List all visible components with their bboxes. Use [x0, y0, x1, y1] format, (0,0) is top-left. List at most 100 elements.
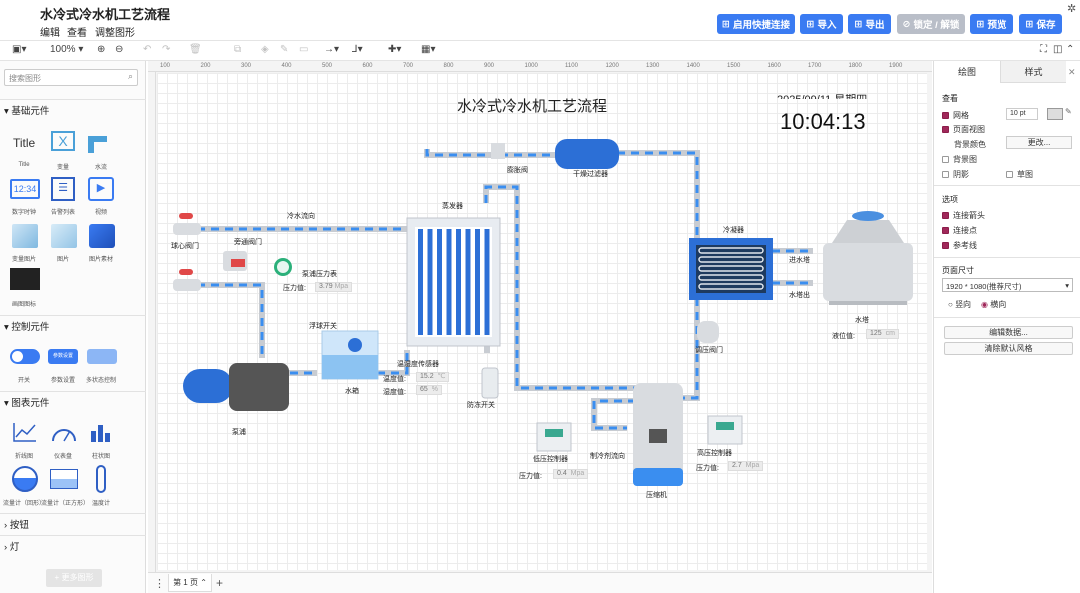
connector-style-icon[interactable]: →▾: [324, 44, 339, 55]
pump: [183, 363, 289, 411]
section-chart[interactable]: ▾ 图表元件: [0, 391, 146, 409]
gauge-shape[interactable]: [50, 421, 78, 445]
change-bg-button[interactable]: 更改...: [1006, 136, 1072, 149]
section-button[interactable]: › 按钮: [0, 513, 146, 531]
search-input[interactable]: 搜索图形 ⌕: [4, 69, 138, 86]
sketch-checkbox[interactable]: 草图: [1006, 169, 1033, 180]
format-panel-icon[interactable]: ◫: [1053, 44, 1062, 55]
label-high-pressure: 压力值:: [696, 465, 719, 472]
ruler-tick: 1000: [524, 63, 538, 69]
format-panel: 绘图 样式 ✕ 查看 网格 10 pt ✎ 页面视图 背景颜色 更改... 背景…: [933, 61, 1080, 593]
line-color-icon[interactable]: ✎: [280, 44, 288, 55]
conn-point-checkbox[interactable]: 连接点: [942, 225, 977, 236]
duplicate-icon[interactable]: ⧉: [234, 44, 241, 55]
section-control[interactable]: ▾ 控制元件: [0, 315, 146, 333]
param-setting-shape[interactable]: 参数设置: [48, 349, 78, 364]
alarm-list-shape[interactable]: ☰: [51, 177, 75, 201]
bar-chart-shape[interactable]: [88, 421, 116, 445]
variable-shape[interactable]: X: [51, 131, 75, 151]
page-tab[interactable]: 第 1 页 ⌃: [168, 574, 212, 592]
section-basic[interactable]: ▾ 基础元件: [0, 99, 146, 117]
bg-image-checkbox[interactable]: 背景图: [942, 154, 977, 165]
label-filter: 干燥过滤器: [573, 171, 608, 178]
settings-icon[interactable]: ✲: [1067, 2, 1076, 15]
grid-checkbox[interactable]: 网格: [942, 110, 969, 121]
drawing-icon-shape[interactable]: [10, 268, 40, 290]
shadow-icon[interactable]: ▭: [299, 44, 308, 55]
collapse-icon[interactable]: ⌃: [1066, 44, 1074, 55]
menu-adjust[interactable]: 调整图形: [95, 24, 135, 39]
import-button[interactable]: ⊞ 导入: [800, 14, 843, 34]
tab-diagram[interactable]: 绘图: [934, 61, 1000, 83]
chevron-down-icon: ▾: [1065, 281, 1069, 290]
conn-arrow-checkbox[interactable]: 连接箭头: [942, 210, 985, 221]
variable-image-shape[interactable]: [12, 224, 38, 248]
page-view-checkbox[interactable]: 页面视图: [942, 124, 985, 135]
label-ball-valve: 球心阀门: [171, 243, 199, 250]
fullscreen-icon[interactable]: ⛶: [1040, 44, 1047, 55]
fill-color-icon[interactable]: ◈: [261, 44, 269, 55]
line-chart-shape[interactable]: [12, 421, 38, 445]
table-icon[interactable]: ▦▾: [421, 44, 435, 55]
zoom-select[interactable]: 100% ▾: [50, 44, 83, 55]
panel-toggle-icon[interactable]: ▣▾: [12, 44, 26, 55]
lock-button[interactable]: ⊘ 锁定 / 解锁: [897, 14, 965, 34]
more-shapes-button[interactable]: + 更多图形: [46, 569, 102, 587]
undo-icon[interactable]: ↶: [143, 44, 151, 55]
zoom-in-icon[interactable]: ⊕: [97, 44, 105, 55]
search-icon[interactable]: ⌕: [128, 71, 133, 82]
export-button[interactable]: ⊞ 导出: [848, 14, 891, 34]
clear-style-button[interactable]: 清除默认风格: [944, 342, 1073, 355]
redo-icon[interactable]: ↷: [162, 44, 170, 55]
guides-checkbox[interactable]: 参考线: [942, 240, 977, 251]
preview-button[interactable]: ⊞ 预览: [970, 14, 1013, 34]
delete-icon[interactable]: 🗑: [189, 44, 202, 55]
waterflow-shape[interactable]: [88, 131, 112, 153]
insert-icon[interactable]: ✚▾: [388, 44, 401, 55]
switch-shape[interactable]: [10, 349, 40, 364]
expansion-valve: [491, 143, 505, 159]
close-panel-icon[interactable]: ✕: [1068, 67, 1076, 78]
ruler-tick: 900: [484, 63, 495, 69]
save-button[interactable]: ⊞ 保存: [1019, 14, 1062, 34]
add-page-icon[interactable]: +: [216, 576, 223, 590]
landscape-radio[interactable]: ◉ 横向: [981, 299, 1006, 310]
flowmeter-round-shape[interactable]: [12, 466, 38, 492]
thermometer-shape[interactable]: [96, 465, 106, 493]
video-shape[interactable]: ▶: [88, 177, 114, 201]
high-pressure-value: 2.7 Mpa: [728, 461, 764, 471]
ball-valves: [173, 213, 247, 291]
label-level: 液位值:: [832, 333, 855, 340]
multistate-shape[interactable]: [87, 349, 117, 364]
portrait-radio[interactable]: ○ 竖向: [948, 299, 971, 310]
shape-label: 参数设置: [50, 378, 75, 384]
pages-menu-icon[interactable]: ⋮: [154, 577, 165, 590]
grid-size-input[interactable]: 10 pt: [1006, 108, 1038, 120]
edit-data-button[interactable]: 编辑数据...: [944, 326, 1073, 339]
flowmeter-square-shape[interactable]: [50, 469, 78, 489]
waypoint-icon[interactable]: ⅃▾: [352, 44, 363, 55]
section-light[interactable]: › 灯: [0, 535, 146, 553]
page-size-select[interactable]: 1920 * 1080(推荐尺寸) ▾: [942, 278, 1073, 292]
image-shape[interactable]: [51, 224, 77, 248]
ruler-tick: 1900: [889, 63, 903, 69]
vertical-ruler: [148, 72, 156, 572]
menu-view[interactable]: 查看: [67, 24, 87, 39]
tab-style[interactable]: 样式: [1000, 61, 1066, 83]
image-material-shape[interactable]: [89, 224, 115, 248]
zoom-out-icon[interactable]: ⊖: [115, 44, 123, 55]
label-bypass: 旁通阀门: [234, 239, 262, 246]
label-condenser: 冷凝器: [723, 227, 744, 234]
grid-color-swatch[interactable]: [1047, 108, 1063, 120]
lock-icon: ⊘: [902, 18, 911, 30]
diagram-page[interactable]: 水冷式冷水机工艺流程 2025/09/11 星期四 10:04:13 冷水流向 …: [157, 73, 927, 570]
edit-grid-icon[interactable]: ✎: [1065, 107, 1072, 116]
label-temp: 温度值:: [383, 376, 406, 383]
quick-connect-button[interactable]: ⊞ 启用快捷连接: [717, 14, 795, 34]
title-shape[interactable]: Title: [13, 136, 35, 150]
digital-clock-shape[interactable]: 12:34: [10, 179, 40, 199]
shadow-checkbox[interactable]: 阴影: [942, 169, 969, 180]
menu-edit[interactable]: 编辑: [40, 24, 60, 39]
temperature-value: 15.2 ℃: [416, 372, 450, 382]
horizontal-ruler: 100 200 300 400 500 600 700 800 900 1000 1100 1200 1…: [148, 61, 932, 72]
